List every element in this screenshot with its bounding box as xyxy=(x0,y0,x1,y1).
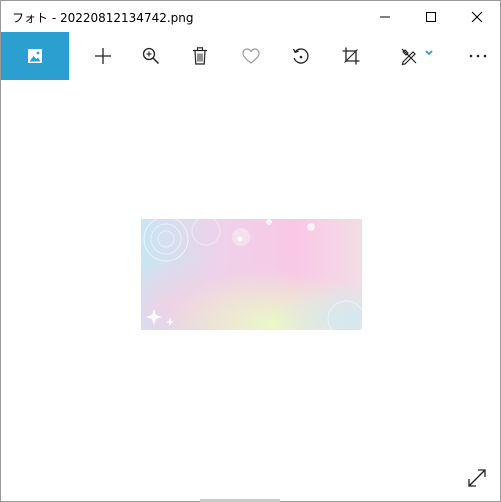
rotate-button[interactable] xyxy=(279,32,323,80)
favorite-button[interactable] xyxy=(229,32,273,80)
crop-button[interactable] xyxy=(329,32,373,80)
photos-window: フォト - 20220812134742.png xyxy=(0,0,501,502)
rotate-icon xyxy=(292,48,309,64)
collection-button[interactable] xyxy=(1,32,69,80)
more-icon xyxy=(469,54,487,58)
expand-icon xyxy=(468,469,486,487)
close-button[interactable] xyxy=(454,1,500,32)
minimize-icon xyxy=(380,16,390,17)
zoom-button[interactable] xyxy=(129,32,173,80)
more-button[interactable] xyxy=(456,32,500,80)
photo-canvas xyxy=(1,80,500,501)
zoom-in-icon xyxy=(142,47,160,65)
add-button[interactable] xyxy=(81,32,125,80)
title-bar: フォト - 20220812134742.png xyxy=(1,1,500,32)
heart-icon xyxy=(242,48,260,64)
minimize-button[interactable] xyxy=(362,1,408,32)
plus-icon xyxy=(95,48,111,64)
fullscreen-button[interactable] xyxy=(462,463,492,493)
maximize-icon xyxy=(426,11,436,22)
photo-image[interactable] xyxy=(141,219,362,330)
trash-icon xyxy=(193,47,207,65)
delete-button[interactable] xyxy=(178,32,222,80)
crop-icon xyxy=(342,47,360,65)
toolbar xyxy=(1,32,500,80)
edit-create-icon xyxy=(401,48,433,66)
close-icon xyxy=(471,11,483,22)
pastel-background-image xyxy=(141,219,362,330)
edit-create-button[interactable] xyxy=(391,32,445,80)
image-icon xyxy=(28,49,42,63)
window-title: フォト - 20220812134742.png xyxy=(12,11,194,25)
maximize-button[interactable] xyxy=(408,1,454,32)
